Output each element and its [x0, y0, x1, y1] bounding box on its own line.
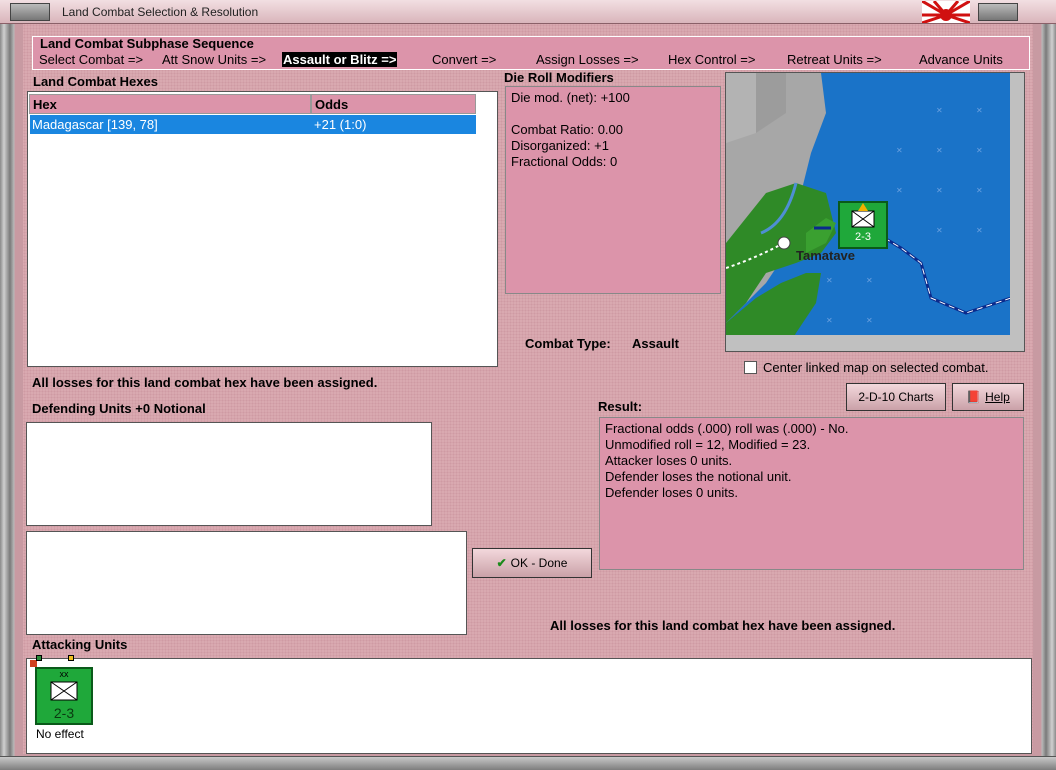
- svg-text:✕: ✕: [976, 186, 983, 195]
- column-header-hex[interactable]: Hex: [29, 94, 311, 114]
- attacking-unit-counter[interactable]: xx 2-3: [30, 655, 93, 725]
- center-map-label: Center linked map on selected combat.: [763, 360, 989, 375]
- step-convert[interactable]: Convert =>: [432, 52, 496, 67]
- step-select-combat[interactable]: Select Combat =>: [39, 52, 143, 67]
- svg-text:✕: ✕: [976, 106, 983, 115]
- map-unit-counter[interactable]: 2-3: [838, 201, 888, 249]
- step-advance-units[interactable]: Advance Units: [919, 52, 1003, 67]
- hex-cell: Madagascar [139, 78]: [32, 117, 158, 132]
- step-assault-or-blitz[interactable]: Assault or Blitz =>: [282, 52, 398, 67]
- combat-type-label: Combat Type:: [525, 336, 611, 351]
- step-assign-losses[interactable]: Assign Losses =>: [536, 52, 639, 67]
- svg-text:✕: ✕: [896, 146, 903, 155]
- modifiers-heading: Die Roll Modifiers: [504, 70, 614, 85]
- bottom-frame: [0, 756, 1056, 770]
- rising-sun-flag-icon: [922, 1, 970, 23]
- map-place-name: Tamatave: [796, 248, 856, 263]
- infantry-unit-icon: [50, 681, 78, 701]
- losses-assigned-status-bottom: All losses for this land combat hex have…: [550, 618, 896, 633]
- title-bar: Land Combat Selection & Resolution: [0, 0, 1056, 24]
- unit-strength: 2-3: [53, 705, 75, 721]
- subphase-sequence-box: Land Combat Subphase Sequence Select Com…: [32, 36, 1030, 70]
- result-line: Unmodified roll = 12, Modified = 23.: [605, 437, 811, 452]
- system-menu-button[interactable]: [10, 3, 50, 21]
- attacking-units-list[interactable]: xx 2-3 No effect: [26, 655, 1032, 754]
- linked-map[interactable]: ✕ ✕ ✕ ✕ ✕ ✕ ✕ ✕ ✕ ✕ ✕ ✕ ✕ ✕ 2-3 Tamatave: [725, 72, 1025, 352]
- result-line: Defender loses the notional unit.: [605, 469, 792, 484]
- unit-result: No effect: [36, 727, 84, 741]
- book-icon: 📕: [966, 390, 982, 404]
- map-unit-strength: 2-3: [855, 231, 871, 243]
- defending-units-list[interactable]: [26, 422, 432, 526]
- result-box: Fractional odds (.000) roll was (.000) -…: [599, 417, 1024, 570]
- close-window-button[interactable]: [978, 3, 1018, 21]
- svg-text:✕: ✕: [936, 186, 943, 195]
- svg-text:✕: ✕: [976, 226, 983, 235]
- status-marker-icon: [68, 655, 74, 661]
- result-line: Attacker loses 0 units.: [605, 453, 733, 468]
- ok-done-label: OK - Done: [510, 556, 568, 570]
- result-line: Defender loses 0 units.: [605, 485, 738, 500]
- modifiers-box: Die mod. (net): +100 Combat Ratio: 0.00 …: [505, 86, 721, 294]
- unit-size-label: xx: [59, 669, 69, 679]
- window-title: Land Combat Selection & Resolution: [62, 5, 259, 19]
- combat-hexes-heading: Land Combat Hexes: [33, 74, 158, 89]
- odds-cell: +21 (1:0): [314, 117, 367, 132]
- svg-text:✕: ✕: [866, 276, 873, 285]
- mod-line: Die mod. (net): +100: [511, 90, 630, 105]
- defending-units-heading: Defending Units +0 Notional: [32, 401, 206, 416]
- sequence-heading: Land Combat Subphase Sequence: [40, 36, 254, 51]
- step-att-snow-units[interactable]: Att Snow Units =>: [162, 52, 266, 67]
- ok-done-button[interactable]: ✔ OK - Done: [472, 548, 592, 578]
- center-map-option[interactable]: Center linked map on selected combat.: [744, 360, 988, 375]
- svg-text:✕: ✕: [936, 146, 943, 155]
- svg-text:✕: ✕: [826, 316, 833, 325]
- table-row[interactable]: Madagascar [139, 78] +21 (1:0): [30, 115, 476, 134]
- attacking-units-heading: Attacking Units: [32, 637, 128, 652]
- checkmark-icon: ✔: [496, 556, 507, 570]
- charts-button[interactable]: 2-D-10 Charts: [846, 383, 946, 411]
- result-heading: Result:: [598, 399, 643, 414]
- center-map-checkbox[interactable]: [744, 361, 757, 374]
- mod-line: Fractional Odds: 0: [511, 154, 618, 169]
- svg-text:✕: ✕: [866, 316, 873, 325]
- help-button[interactable]: 📕 Help: [952, 383, 1024, 411]
- svg-text:✕: ✕: [826, 276, 833, 285]
- svg-text:✕: ✕: [936, 226, 943, 235]
- mod-line: Disorganized: +1: [511, 138, 609, 153]
- combat-hexes-list[interactable]: Hex Odds Madagascar [139, 78] +21 (1:0): [27, 91, 498, 367]
- step-retreat-units[interactable]: Retreat Units =>: [787, 52, 882, 67]
- defender-losses-list[interactable]: [26, 531, 467, 635]
- step-hex-control[interactable]: Hex Control =>: [668, 52, 755, 67]
- status-marker-icon: [36, 655, 42, 661]
- charts-button-label: 2-D-10 Charts: [858, 390, 934, 404]
- combat-type-value: Assault: [632, 336, 679, 351]
- help-button-label: Help: [985, 390, 1010, 404]
- mod-line: Combat Ratio: 0.00: [511, 122, 624, 137]
- result-line: Fractional odds (.000) roll was (.000) -…: [605, 421, 849, 436]
- svg-text:✕: ✕: [896, 186, 903, 195]
- svg-text:✕: ✕: [936, 106, 943, 115]
- column-header-odds[interactable]: Odds: [311, 94, 476, 114]
- losses-assigned-status: All losses for this land combat hex have…: [32, 375, 378, 390]
- svg-text:✕: ✕: [976, 146, 983, 155]
- status-marker-icon: [30, 660, 37, 667]
